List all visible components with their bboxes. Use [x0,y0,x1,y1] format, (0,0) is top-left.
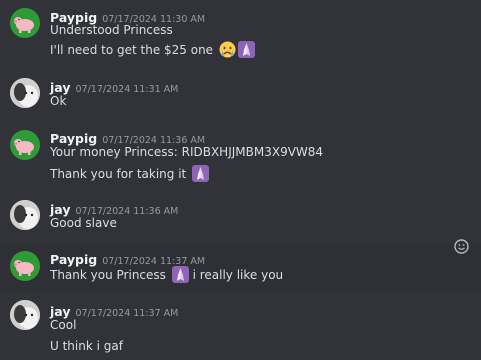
message-line: Thank you for taking it [50,165,210,182]
praying-hands-icon[interactable] [192,165,210,182]
message-text: Thank you for taking it [50,167,187,181]
message-header: jay 07/17/2024 11:31 AM [50,77,178,96]
message-group: Paypig 07/17/2024 11:30 AM Understood Pri… [0,0,481,70]
pig-avatar-icon[interactable] [10,8,40,38]
cat-avatar-icon[interactable] [10,78,40,108]
chat-message-list: Paypig 07/17/2024 11:30 AM Understood Pri… [0,0,481,360]
pig-avatar-icon[interactable] [10,251,40,281]
cat-avatar-icon[interactable] [10,300,40,330]
message-text: Your money Princess: RIDBXHJJMBM3X9VW84 [50,145,324,159]
message-text: Thank you Princess [50,268,166,282]
timestamp: 07/17/2024 11:31 AM [75,84,179,95]
message-text: Ok [50,94,67,108]
username[interactable]: Paypig [50,252,97,267]
crying-face-icon[interactable] [219,41,236,58]
praying-hands-icon[interactable] [171,266,189,283]
message-group: jay 07/17/2024 11:37 AM Cool U think i ga… [0,292,481,360]
message-text: Cool [50,318,77,332]
message-text: Good slave [50,216,117,230]
message-text: Understood Princess [50,23,173,37]
message-group: Paypig 07/17/2024 11:36 AM Your money Pri… [0,122,481,192]
message-text: I'll need to get the $25 one [50,43,214,57]
message-line: Thank you Princess i really like you [50,266,283,283]
cat-avatar-icon[interactable] [10,200,40,230]
message-group: jay 07/17/2024 11:31 AM Ok [0,70,481,122]
praying-hands-icon[interactable] [237,41,255,58]
pig-avatar-icon[interactable] [10,130,40,160]
message-line: I'll need to get the $25 one [50,41,255,58]
message-group: jay 07/17/2024 11:36 AM Good slave [0,192,481,244]
timestamp: 07/17/2024 11:37 AM [75,308,179,319]
message-text: U think i gaf [50,339,123,353]
message-text-continued: i really like you [192,268,284,282]
message-group: Paypig 07/17/2024 11:37 AM Thank you Prin… [0,244,481,292]
add-reaction-icon[interactable] [454,239,469,254]
